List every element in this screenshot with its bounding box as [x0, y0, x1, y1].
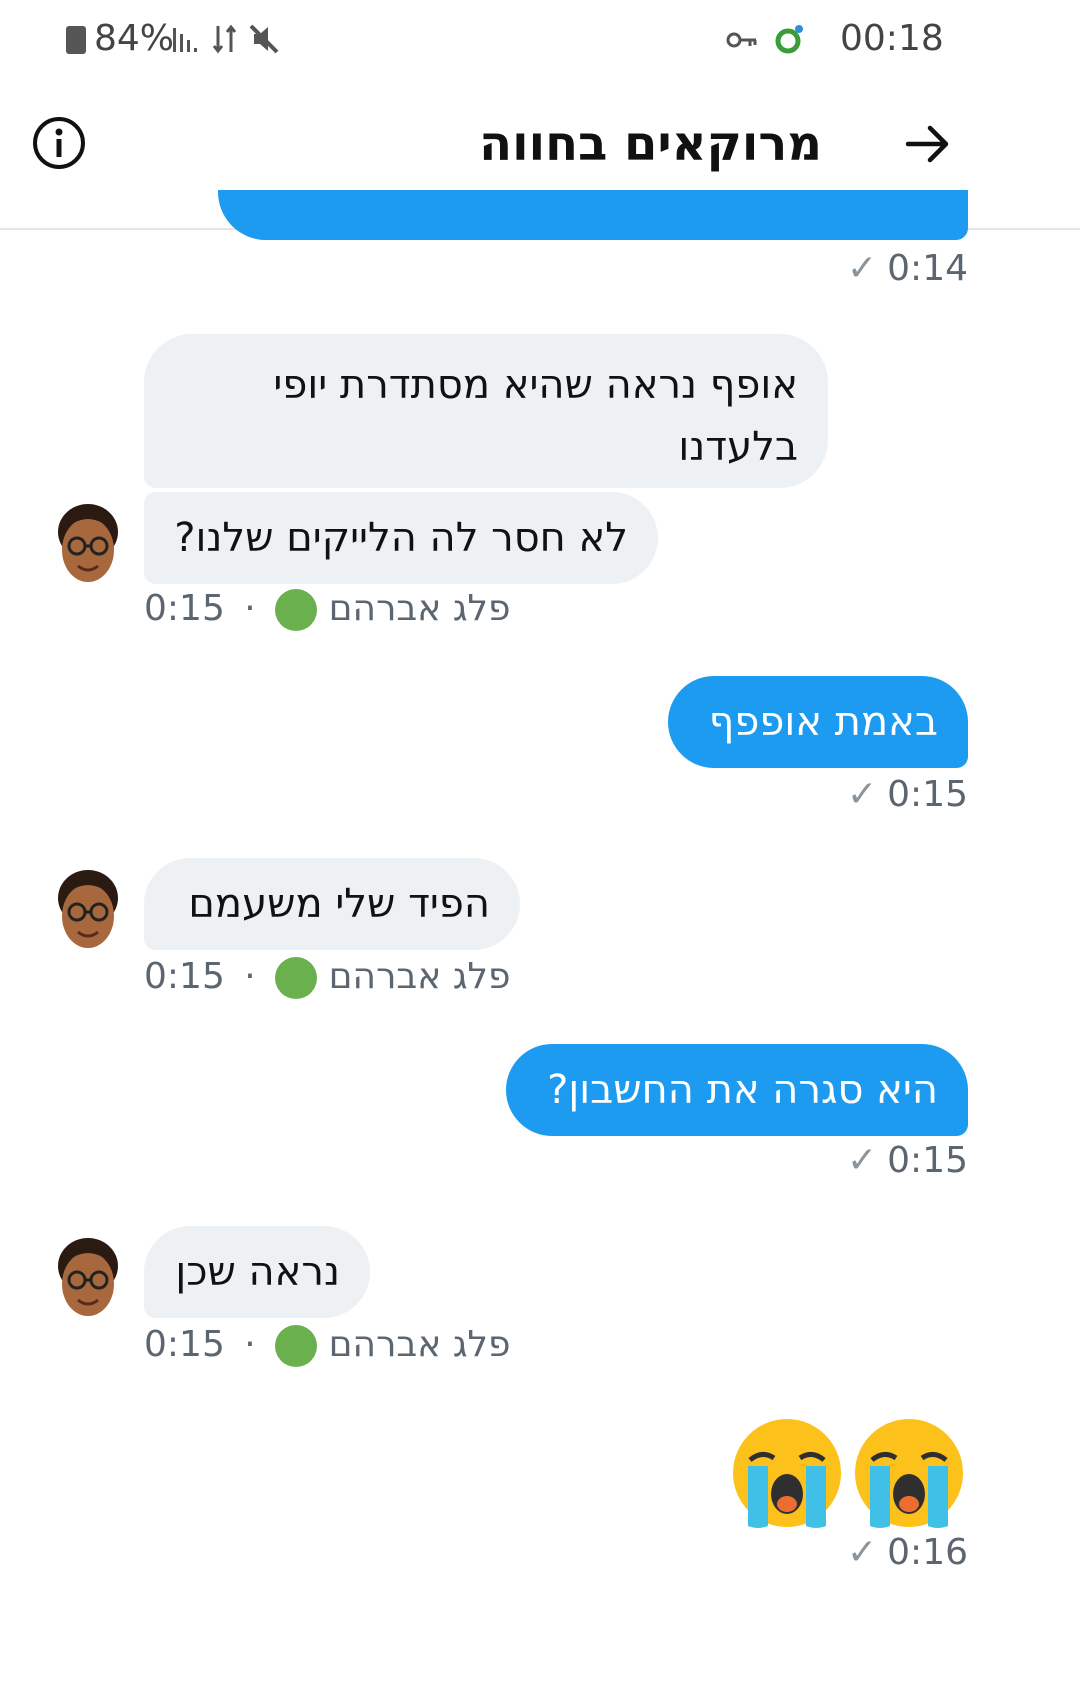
online-status-icon [275, 1325, 318, 1367]
message-text: הפיד שלי משעמם [188, 881, 490, 927]
avatar[interactable] [50, 496, 126, 592]
message-meta: 0:15 · פלג אברהם [144, 956, 510, 999]
avatar[interactable] [50, 1230, 126, 1326]
online-status-icon [275, 589, 318, 631]
message-list[interactable]: ✓ 0:14 אופף נראה שהיא מסתדרת יופי בלעדנו … [0, 190, 1080, 1699]
status-bar: 84% 00:18 [0, 0, 1080, 86]
arrow-right-icon[interactable] [904, 124, 950, 164]
message-time: 0:15 [144, 1324, 225, 1365]
data-arrows-icon [212, 24, 238, 54]
message-meta: 0:15 · פלג אברהם [144, 1324, 510, 1367]
meta-separator: · [244, 588, 256, 629]
message-time: 0:14 [887, 248, 968, 289]
message-time: 0:15 [887, 774, 968, 815]
loudly-crying-face-icon[interactable] [850, 1414, 968, 1532]
message-text: נראה שכן [175, 1249, 340, 1295]
incoming-message-bubble[interactable]: הפיד שלי משעמם [144, 858, 520, 950]
incoming-message-bubble[interactable]: נראה שכן [144, 1226, 370, 1318]
battery-icon [66, 26, 86, 54]
message-meta: ✓ 0:15 [847, 774, 968, 815]
message-meta: ✓ 0:16 [847, 1532, 968, 1573]
message-time: 0:15 [887, 1140, 968, 1181]
sent-check-icon: ✓ [846, 774, 878, 815]
meta-separator: · [244, 1324, 256, 1365]
message-text: אופף נראה שהיא מסתדרת יופי בלעדנו [273, 362, 798, 470]
outgoing-message-bubble[interactable] [218, 190, 968, 240]
vpn-key-icon [726, 30, 758, 50]
message-time: 0:15 [144, 956, 225, 997]
incoming-message-bubble[interactable]: אופף נראה שהיא מסתדרת יופי בלעדנו [144, 334, 828, 488]
battery-percent: 84% [94, 18, 175, 59]
sent-check-icon: ✓ [846, 1532, 878, 1573]
loudly-crying-face-icon[interactable] [728, 1414, 846, 1532]
info-icon[interactable] [32, 116, 86, 170]
message-time: 0:15 [144, 588, 225, 629]
sender-name: פלג אברהם [328, 1324, 511, 1365]
message-meta: 0:15 · פלג אברהם [144, 588, 510, 631]
message-text: באמת אופפף [708, 699, 938, 745]
online-status-icon [275, 957, 318, 999]
message-meta: ✓ 0:15 [847, 1140, 968, 1181]
outgoing-message-bubble[interactable]: היא סגרה את החשבון? [506, 1044, 968, 1136]
message-time: 0:16 [887, 1532, 968, 1573]
message-text: היא סגרה את החשבון? [547, 1067, 938, 1113]
sender-name: פלג אברהם [328, 956, 511, 997]
message-text: לא חסר לה הלייקים שלנו? [174, 515, 628, 561]
meta-separator: · [244, 956, 256, 997]
outgoing-message-bubble[interactable]: באמת אופפף [668, 676, 968, 768]
sent-check-icon: ✓ [846, 248, 878, 289]
mute-icon [248, 22, 280, 56]
app-status-icon [772, 22, 806, 56]
signal-icon [172, 26, 202, 54]
sent-check-icon: ✓ [846, 1140, 878, 1181]
sender-name: פלג אברהם [328, 588, 511, 629]
conversation-title: מרוקאים בחווה [479, 116, 822, 172]
clock: 00:18 [840, 18, 944, 59]
incoming-message-bubble[interactable]: לא חסר לה הלייקים שלנו? [144, 492, 658, 584]
avatar[interactable] [50, 862, 126, 958]
message-meta: ✓ 0:14 [847, 248, 968, 289]
